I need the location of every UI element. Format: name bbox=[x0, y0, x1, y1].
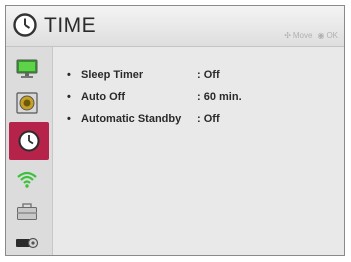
hint-ok-label: OK bbox=[326, 31, 338, 40]
clock-icon bbox=[13, 13, 37, 37]
setting-value: : 60 min. bbox=[197, 91, 242, 103]
input-device-icon bbox=[16, 237, 39, 249]
setting-row-sleep-timer[interactable]: • Sleep Timer : Off bbox=[67, 69, 337, 85]
dpad-icon: ✣ bbox=[284, 31, 291, 40]
settings-list: • Sleep Timer : Off • Auto Off : 60 min.… bbox=[53, 47, 344, 255]
bullet-icon: • bbox=[67, 69, 71, 81]
sidebar-item-audio[interactable] bbox=[11, 89, 43, 117]
sidebar-item-picture[interactable] bbox=[11, 55, 43, 83]
sidebar-item-option[interactable] bbox=[11, 198, 43, 226]
sidebar-item-time[interactable] bbox=[9, 122, 49, 160]
setting-row-auto-off[interactable]: • Auto Off : 60 min. bbox=[67, 91, 337, 107]
setting-label: Automatic Standby bbox=[81, 113, 182, 125]
menu-header: TIME ✣ Move ◉ OK bbox=[6, 6, 344, 47]
setting-label: Auto Off bbox=[81, 91, 125, 103]
page-title: TIME bbox=[44, 14, 97, 37]
setting-label: Sleep Timer bbox=[81, 69, 144, 81]
navigation-hint: ✣ Move ◉ OK bbox=[284, 31, 338, 40]
sidebar-item-network[interactable] bbox=[11, 165, 43, 193]
toolbox-icon bbox=[17, 203, 37, 220]
monitor-icon bbox=[16, 59, 38, 78]
bullet-icon: • bbox=[67, 113, 71, 125]
category-sidebar bbox=[6, 47, 53, 255]
setting-value: : Off bbox=[197, 69, 220, 81]
sidebar-item-input[interactable] bbox=[11, 227, 43, 255]
bullet-icon: • bbox=[67, 91, 71, 103]
wifi-icon bbox=[17, 171, 37, 188]
hint-move-label: Move bbox=[292, 31, 313, 40]
clock-icon bbox=[18, 130, 40, 152]
speaker-icon bbox=[16, 92, 38, 114]
time-menu-window: TIME ✣ Move ◉ OK • Sleep Timer: Off • A… bbox=[5, 5, 345, 256]
setting-row-automatic-standby[interactable]: • Automatic Standby : Off bbox=[67, 113, 337, 129]
ok-button-icon: ◉ bbox=[317, 31, 325, 40]
setting-value: : Off bbox=[197, 113, 220, 125]
